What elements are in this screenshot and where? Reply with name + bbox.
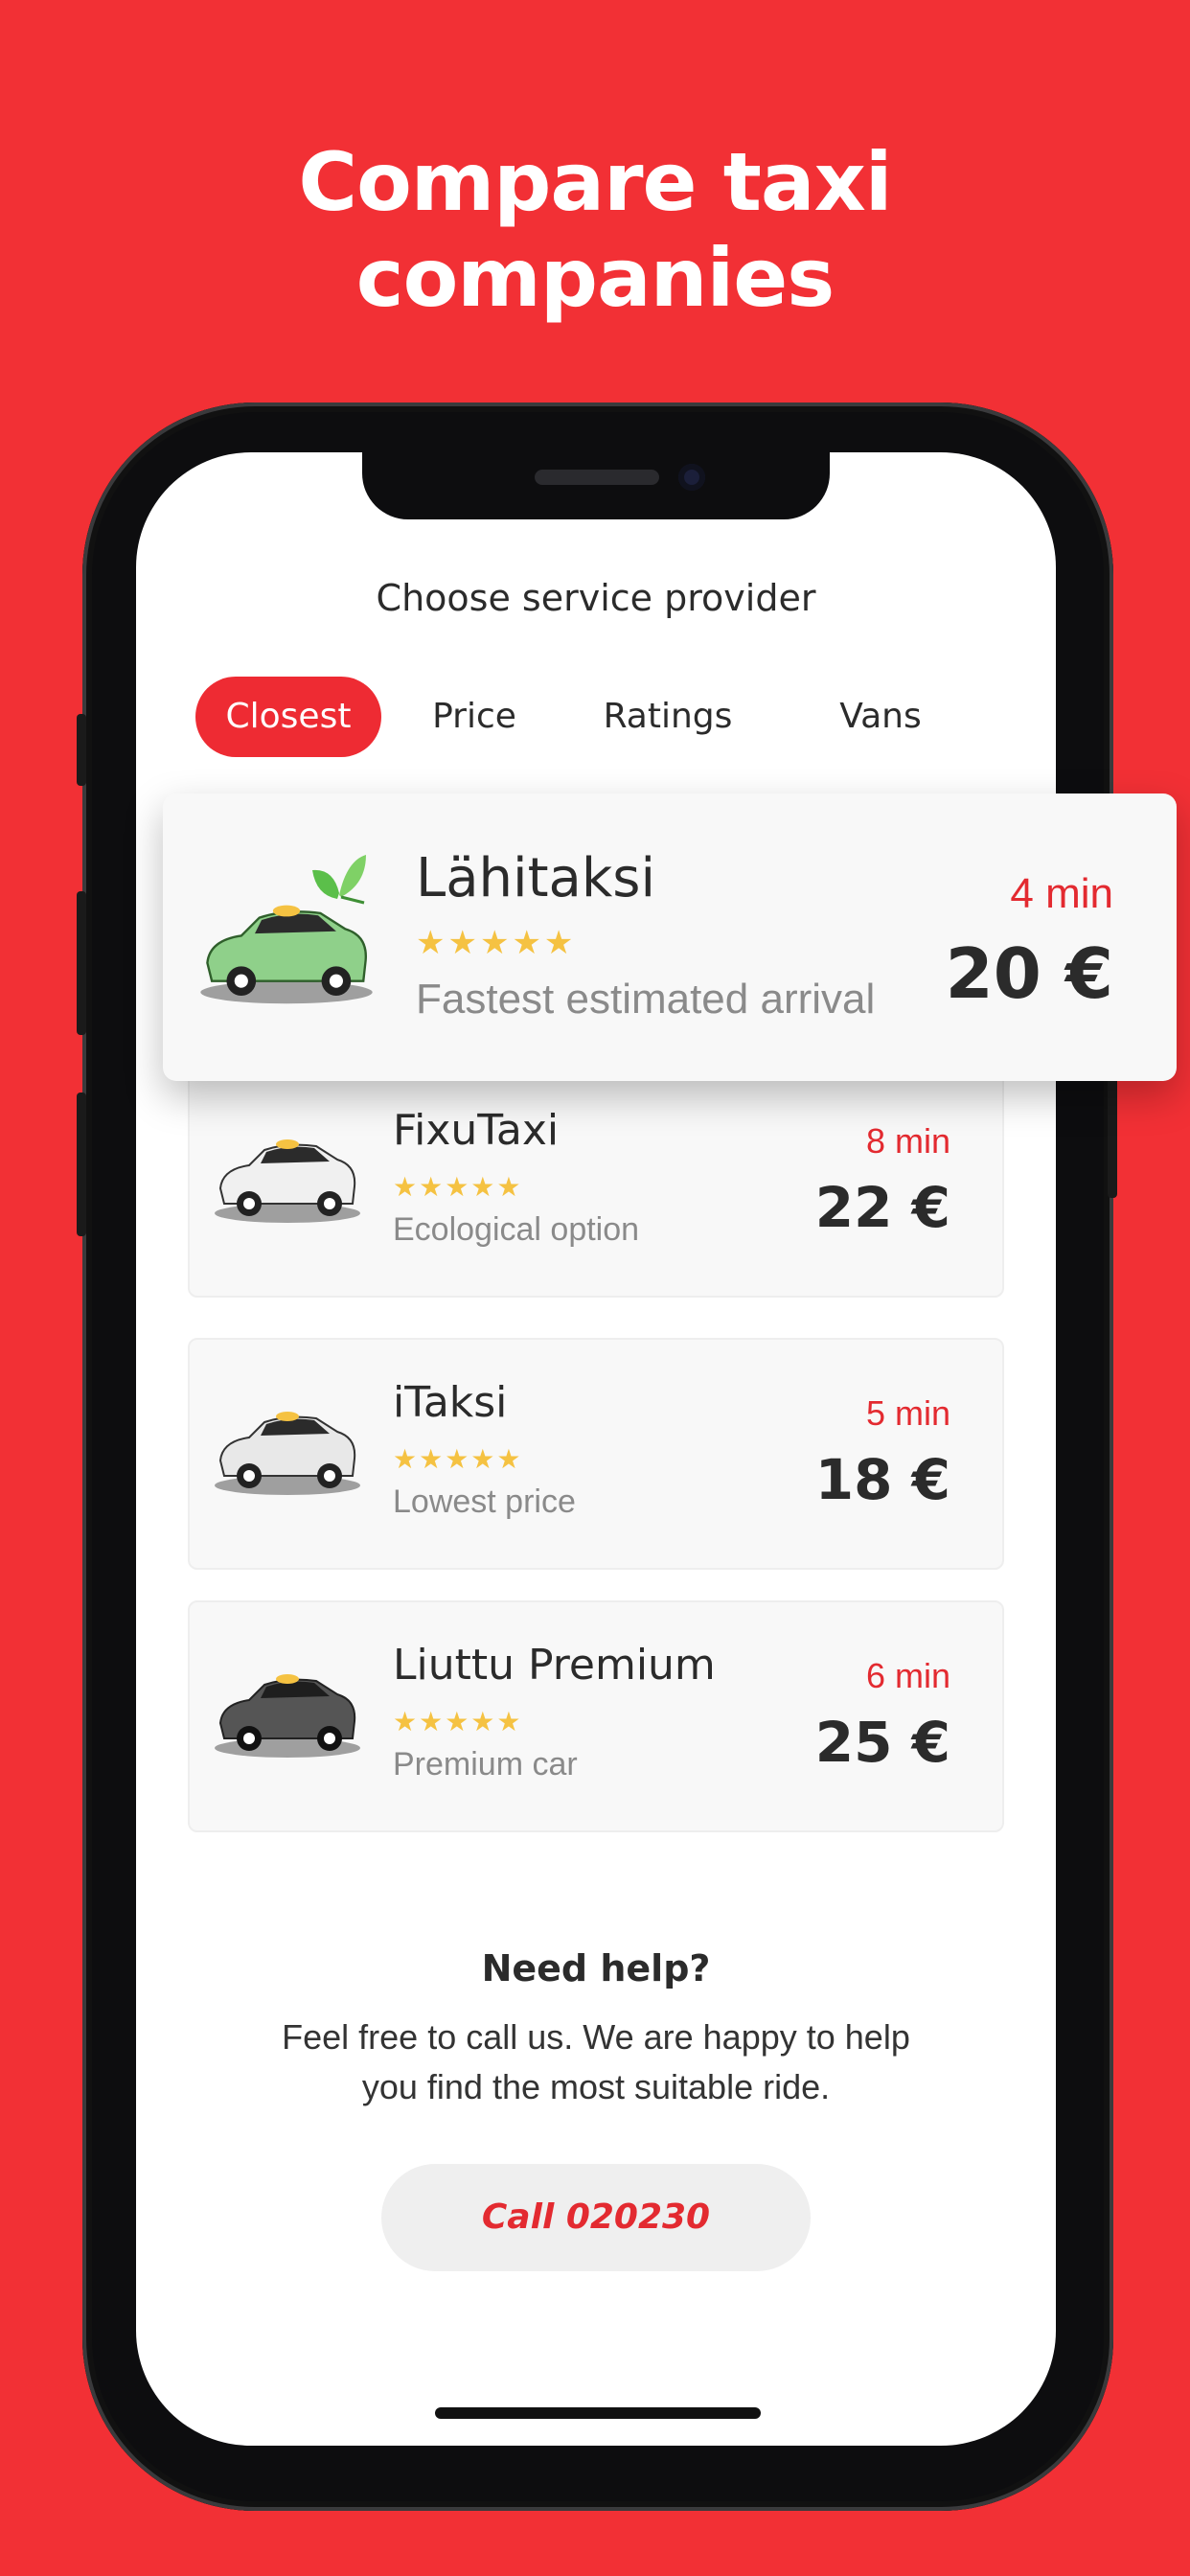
eta-label: 4 min: [1010, 870, 1113, 917]
provider-name: FixuTaxi: [393, 1106, 560, 1155]
headline-line-2: companies: [355, 231, 835, 325]
eta-label: 8 min: [865, 1121, 950, 1161]
notch: [362, 452, 830, 519]
provider-card-itaksi[interactable]: iTaksi ★★★★★ Lowest price 5 min 18 €: [188, 1338, 1004, 1570]
headline: Compare taxi companies: [0, 134, 1190, 326]
provider-tagline: Fastest estimated arrival: [416, 976, 876, 1023]
call-button[interactable]: Call 020230: [381, 2164, 811, 2271]
provider-name: Lähitaksi: [416, 847, 656, 909]
price-label: 25 €: [814, 1710, 950, 1775]
featured-provider-card[interactable]: Lähitaksi ★★★★★ Fastest estimated arriva…: [163, 794, 1177, 1081]
car-icon: [200, 905, 373, 1004]
tab-vans[interactable]: Vans: [790, 677, 972, 757]
rating-stars: ★★★★★: [393, 1172, 523, 1202]
price-label: 18 €: [814, 1447, 950, 1512]
tab-closest[interactable]: Closest: [195, 677, 381, 757]
provider-tagline: Ecological option: [393, 1211, 640, 1248]
tab-ratings[interactable]: Ratings: [575, 677, 761, 757]
home-indicator: [435, 2407, 761, 2419]
sort-tabs: Closest Price Ratings Vans: [195, 677, 1000, 757]
provider-name: iTaksi: [393, 1378, 508, 1427]
tab-price[interactable]: Price: [385, 677, 563, 757]
price-label: 22 €: [814, 1175, 950, 1240]
help-text-line-2: you find the most suitable ride.: [361, 2067, 831, 2106]
speaker-grille: [535, 470, 659, 485]
eta-label: 5 min: [865, 1393, 950, 1433]
phone-silent-switch: [77, 714, 86, 786]
eta-label: 6 min: [865, 1656, 950, 1695]
price-label: 20 €: [945, 933, 1113, 1014]
provider-name: Liuttu Premium: [393, 1641, 716, 1690]
car-icon: [215, 1139, 360, 1223]
provider-tagline: Lowest price: [393, 1484, 576, 1520]
help-title: Need help?: [481, 1947, 711, 1990]
rating-stars: ★★★★★: [393, 1707, 523, 1736]
phone-volume-down: [77, 1092, 86, 1236]
help-text: Feel free to call us. We are happy to he…: [270, 2012, 922, 2112]
screen-title: Choose service provider: [376, 577, 816, 619]
phone-volume-up: [77, 891, 86, 1035]
front-camera-icon: [678, 464, 705, 491]
provider-card-liuttu-premium[interactable]: Liuttu Premium ★★★★★ Premium car 6 min 2…: [188, 1600, 1004, 1832]
rating-stars: ★★★★★: [416, 925, 577, 961]
help-text-line-1: Feel free to call us. We are happy to he…: [282, 2017, 910, 2057]
provider-tagline: Premium car: [393, 1746, 578, 1782]
car-icon: [215, 1674, 360, 1758]
provider-card-fixutaxi[interactable]: FixuTaxi ★★★★★ Ecological option 8 min 2…: [188, 1066, 1004, 1298]
headline-line-1: Compare taxi: [298, 135, 892, 229]
car-icon: [215, 1412, 360, 1495]
rating-stars: ★★★★★: [393, 1444, 523, 1474]
phone-screen: Choose service provider Closest Price Ra…: [136, 452, 1056, 2446]
